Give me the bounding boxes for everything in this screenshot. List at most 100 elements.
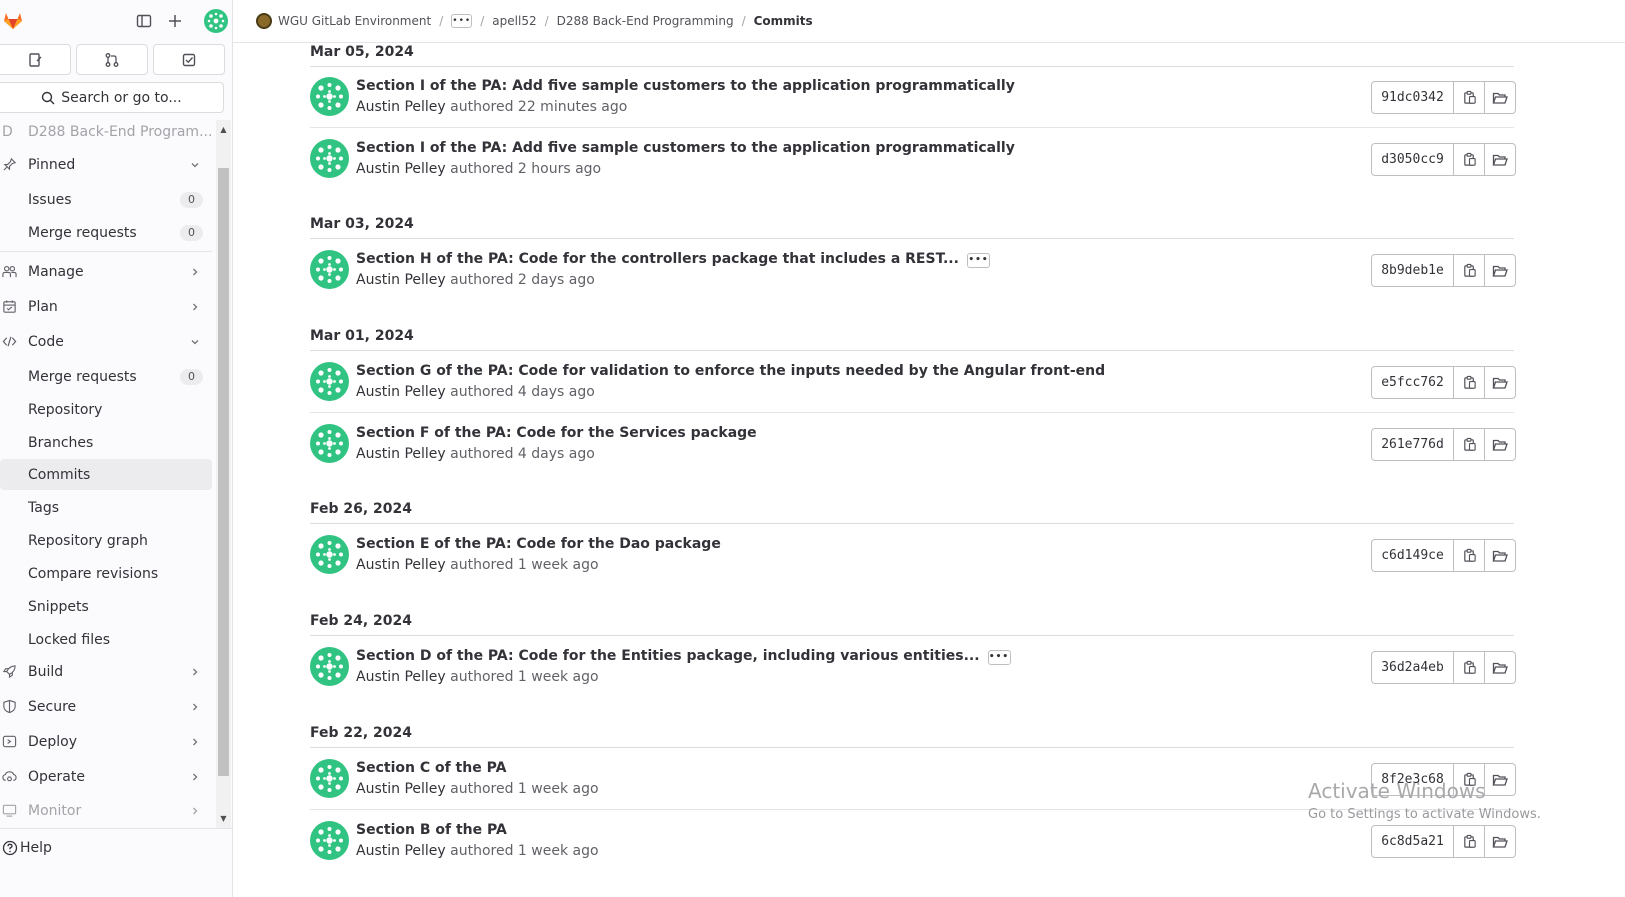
sidebar-item-merge-requests[interactable]: Merge requests 0: [0, 361, 212, 392]
expand-description-button[interactable]: •••: [987, 650, 1011, 665]
project-context[interactable]: D D288 Back-End Program...: [0, 120, 212, 144]
browse-files-button[interactable]: [1485, 81, 1516, 114]
sidebar-item-merge-requests-pinned[interactable]: Merge requests 0: [0, 217, 212, 248]
section-pinned[interactable]: Pinned: [0, 149, 212, 180]
browse-files-button[interactable]: [1485, 143, 1516, 176]
commit-sha-button[interactable]: 91dc0342: [1371, 81, 1454, 114]
author-avatar[interactable]: [310, 647, 349, 686]
copy-sha-button[interactable]: [1454, 825, 1485, 858]
commit-author[interactable]: Austin Pelley: [356, 843, 446, 859]
commit-title[interactable]: Section E of the PA: Code for the Dao pa…: [356, 536, 721, 552]
expand-description-button[interactable]: •••: [966, 253, 990, 268]
author-avatar[interactable]: [310, 424, 349, 463]
chevron-right-icon: [189, 666, 201, 678]
scroll-up-arrow-icon[interactable]: ▲: [216, 122, 231, 136]
copy-icon: [1463, 152, 1476, 166]
commit-sha-button[interactable]: 6c8d5a21: [1371, 825, 1454, 858]
gitlab-logo-icon[interactable]: [2, 9, 24, 31]
commit-author[interactable]: Austin Pelley: [356, 557, 446, 573]
commit-sha-button[interactable]: 261e776d: [1371, 428, 1454, 461]
breadcrumb-group[interactable]: WGU GitLab Environment: [278, 14, 431, 28]
sidebar-item-repository[interactable]: Repository: [0, 394, 212, 425]
commit-author[interactable]: Austin Pelley: [356, 669, 446, 685]
section-monitor[interactable]: Monitor: [0, 795, 212, 826]
breadcrumb-current[interactable]: Commits: [754, 14, 813, 28]
commit-title[interactable]: Section C of the PA: [356, 760, 506, 776]
browse-files-button[interactable]: [1485, 825, 1516, 858]
commit-title[interactable]: Section H of the PA: Code for the contro…: [356, 251, 990, 268]
section-secure[interactable]: Secure: [0, 691, 212, 722]
commit-title[interactable]: Section I of the PA: Add five sample cus…: [356, 78, 1015, 94]
section-operate[interactable]: Operate: [0, 761, 212, 792]
commit-actions: 261e776d: [1371, 428, 1516, 461]
section-plan[interactable]: Plan: [0, 291, 212, 322]
commit-title[interactable]: Section F of the PA: Code for the Servic…: [356, 425, 757, 441]
author-avatar[interactable]: [310, 759, 349, 798]
user-avatar[interactable]: [204, 9, 228, 33]
breadcrumb-more-button[interactable]: •••: [451, 14, 473, 28]
author-avatar[interactable]: [310, 250, 349, 289]
copy-sha-button[interactable]: [1454, 81, 1485, 114]
sidebar-item-compare-revisions[interactable]: Compare revisions: [0, 558, 212, 589]
section-build[interactable]: Build: [0, 656, 212, 687]
create-new-icon[interactable]: [164, 10, 186, 32]
browse-files-button[interactable]: [1485, 366, 1516, 399]
commit-sha-button[interactable]: 36d2a4eb: [1371, 651, 1454, 684]
browse-files-button[interactable]: [1485, 254, 1516, 287]
commit-author[interactable]: Austin Pelley: [356, 781, 446, 797]
commit-sha-button[interactable]: c6d149ce: [1371, 539, 1454, 572]
commit-author[interactable]: Austin Pelley: [356, 446, 446, 462]
browse-files-button[interactable]: [1485, 539, 1516, 572]
browse-files-button[interactable]: [1485, 651, 1516, 684]
commit-actions: e5fcc762: [1371, 366, 1516, 399]
merge-requests-button[interactable]: [76, 44, 148, 75]
search-button[interactable]: Search or go to...: [0, 82, 224, 113]
author-avatar[interactable]: [310, 535, 349, 574]
author-avatar[interactable]: [310, 821, 349, 860]
commit-actions: 36d2a4eb: [1371, 651, 1516, 684]
commit-sha-button[interactable]: d3050cc9: [1371, 143, 1454, 176]
commit-author[interactable]: Austin Pelley: [356, 272, 446, 288]
copy-sha-button[interactable]: [1454, 143, 1485, 176]
sidebar-scrollbar[interactable]: ▲ ▼: [216, 120, 231, 828]
section-deploy[interactable]: Deploy: [0, 726, 212, 757]
copy-sha-button[interactable]: [1454, 539, 1485, 572]
commit-author[interactable]: Austin Pelley: [356, 161, 446, 177]
project-name: D288 Back-End Program...: [27, 124, 212, 140]
section-manage[interactable]: Manage: [0, 256, 212, 287]
copy-sha-button[interactable]: [1454, 366, 1485, 399]
sidebar-item-snippets[interactable]: Snippets: [0, 591, 212, 622]
commit-title[interactable]: Section D of the PA: Code for the Entiti…: [356, 648, 1011, 665]
browse-files-button[interactable]: [1485, 428, 1516, 461]
scroll-down-arrow-icon[interactable]: ▼: [216, 811, 231, 825]
breadcrumb-project[interactable]: D288 Back-End Programming: [557, 14, 734, 28]
commit-sha-button[interactable]: e5fcc762: [1371, 366, 1454, 399]
author-avatar[interactable]: [310, 77, 349, 116]
toggle-sidebar-icon[interactable]: [133, 10, 155, 32]
sidebar-item-repository-graph[interactable]: Repository graph: [0, 525, 212, 556]
commit-title[interactable]: Section G of the PA: Code for validation…: [356, 363, 1105, 379]
scrollbar-thumb[interactable]: [218, 168, 229, 776]
copy-sha-button[interactable]: [1454, 254, 1485, 287]
day-header: Mar 01, 2024: [310, 328, 1514, 351]
author-avatar[interactable]: [310, 362, 349, 401]
sidebar-item-locked-files[interactable]: Locked files: [0, 624, 212, 655]
section-code[interactable]: Code: [0, 326, 212, 357]
copy-sha-button[interactable]: [1454, 651, 1485, 684]
sidebar-item-branches[interactable]: Branches: [0, 427, 212, 458]
todo-list-button[interactable]: [153, 44, 225, 75]
sidebar-item-commits[interactable]: Commits: [0, 459, 212, 490]
copy-sha-button[interactable]: [1454, 428, 1485, 461]
assigned-issues-button[interactable]: [0, 44, 71, 75]
commit-title[interactable]: Section B of the PA: [356, 822, 507, 838]
help-button[interactable]: Help: [0, 828, 233, 866]
breadcrumb-user[interactable]: apell52: [492, 14, 536, 28]
commit-sha-button[interactable]: 8b9deb1e: [1371, 254, 1454, 287]
sidebar-item-issues[interactable]: Issues 0: [0, 184, 212, 215]
commit-author[interactable]: Austin Pelley: [356, 99, 446, 115]
identicon-icon: [316, 765, 343, 792]
commit-title[interactable]: Section I of the PA: Add five sample cus…: [356, 140, 1015, 156]
commit-author[interactable]: Austin Pelley: [356, 384, 446, 400]
author-avatar[interactable]: [310, 139, 349, 178]
sidebar-item-tags[interactable]: Tags: [0, 492, 212, 523]
